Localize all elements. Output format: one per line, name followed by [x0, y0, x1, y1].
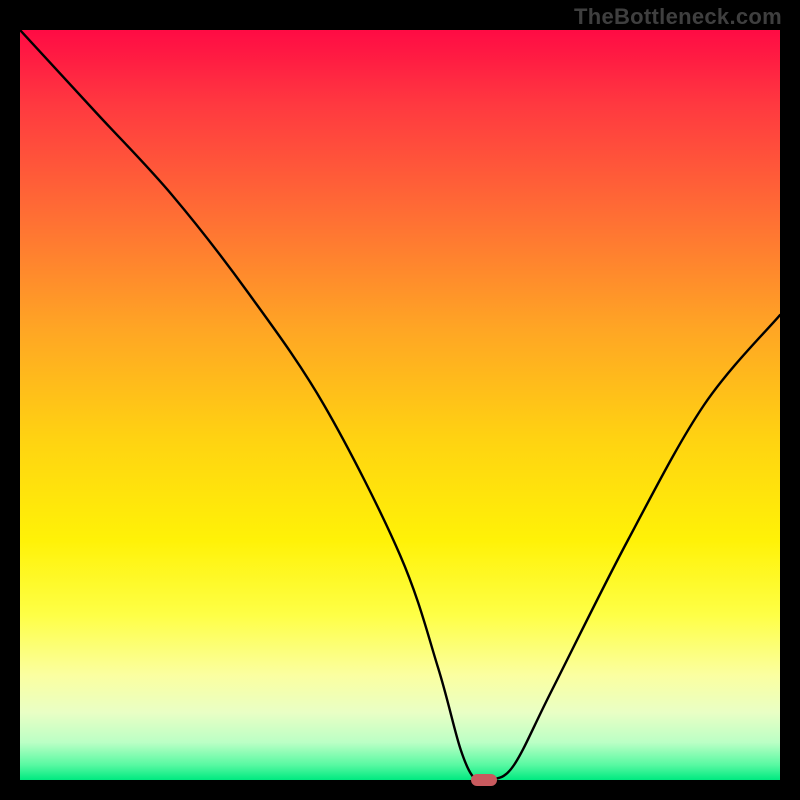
chart-frame: TheBottleneck.com: [0, 0, 800, 800]
optimal-marker: [471, 774, 497, 786]
chart-plot-area: [20, 30, 780, 780]
bottleneck-curve: [20, 30, 780, 780]
watermark-text: TheBottleneck.com: [574, 4, 782, 30]
